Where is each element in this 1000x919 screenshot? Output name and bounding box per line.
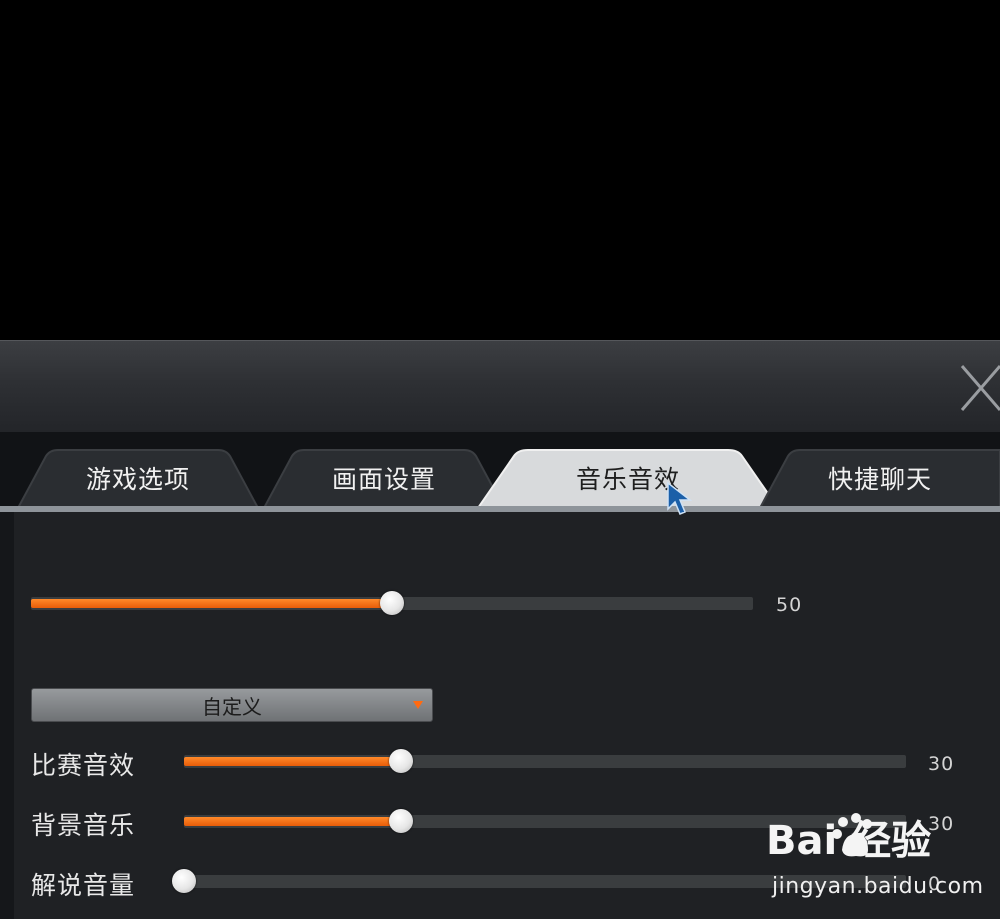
master-volume-value: 50: [776, 594, 803, 616]
master-volume-slider[interactable]: [31, 591, 753, 615]
commentary-label: 解说音量: [31, 871, 136, 900]
baidu-jingyan-watermark: Bai 经验 jingyan.baidu.com: [766, 808, 986, 908]
settings-header: [0, 340, 1000, 432]
slider-fill: [184, 817, 401, 826]
slider-fill: [184, 757, 401, 766]
mouse-cursor-icon: [667, 481, 693, 515]
match-sfx-value: 30: [928, 753, 955, 775]
match-sfx-slider[interactable]: [184, 749, 906, 773]
slider-thumb[interactable]: [172, 869, 196, 893]
letterbox-area: [0, 0, 1000, 340]
tab-display-settings[interactable]: 画面设置: [264, 448, 504, 508]
match-sfx-label: 比赛音效: [31, 751, 136, 780]
bgm-label: 背景音乐: [31, 811, 136, 840]
slider-thumb[interactable]: [389, 749, 413, 773]
content-edge: [0, 512, 14, 919]
tab-music-sound[interactable]: 音乐音效: [478, 448, 778, 508]
close-button[interactable]: [956, 360, 1000, 416]
tab-label: 音乐音效: [575, 465, 680, 494]
slider-thumb[interactable]: [380, 591, 404, 615]
tab-label: 画面设置: [331, 465, 436, 494]
slider-fill: [31, 599, 392, 608]
watermark-url: jingyan.baidu.com: [772, 874, 984, 899]
dropdown-arrow-icon: [413, 701, 423, 709]
audio-preset-dropdown[interactable]: 自定义: [31, 688, 433, 722]
tab-game-options[interactable]: 游戏选项: [18, 448, 258, 508]
slider-thumb[interactable]: [389, 809, 413, 833]
tab-label: 游戏选项: [85, 465, 190, 494]
tab-label: 快捷聊天: [827, 465, 932, 494]
tab-quick-chat[interactable]: 快捷聊天: [760, 448, 1000, 508]
watermark-logo-text: Bai 经验: [766, 818, 932, 864]
close-icon: [960, 365, 1000, 411]
dropdown-selected-value: 自定义: [202, 694, 262, 719]
